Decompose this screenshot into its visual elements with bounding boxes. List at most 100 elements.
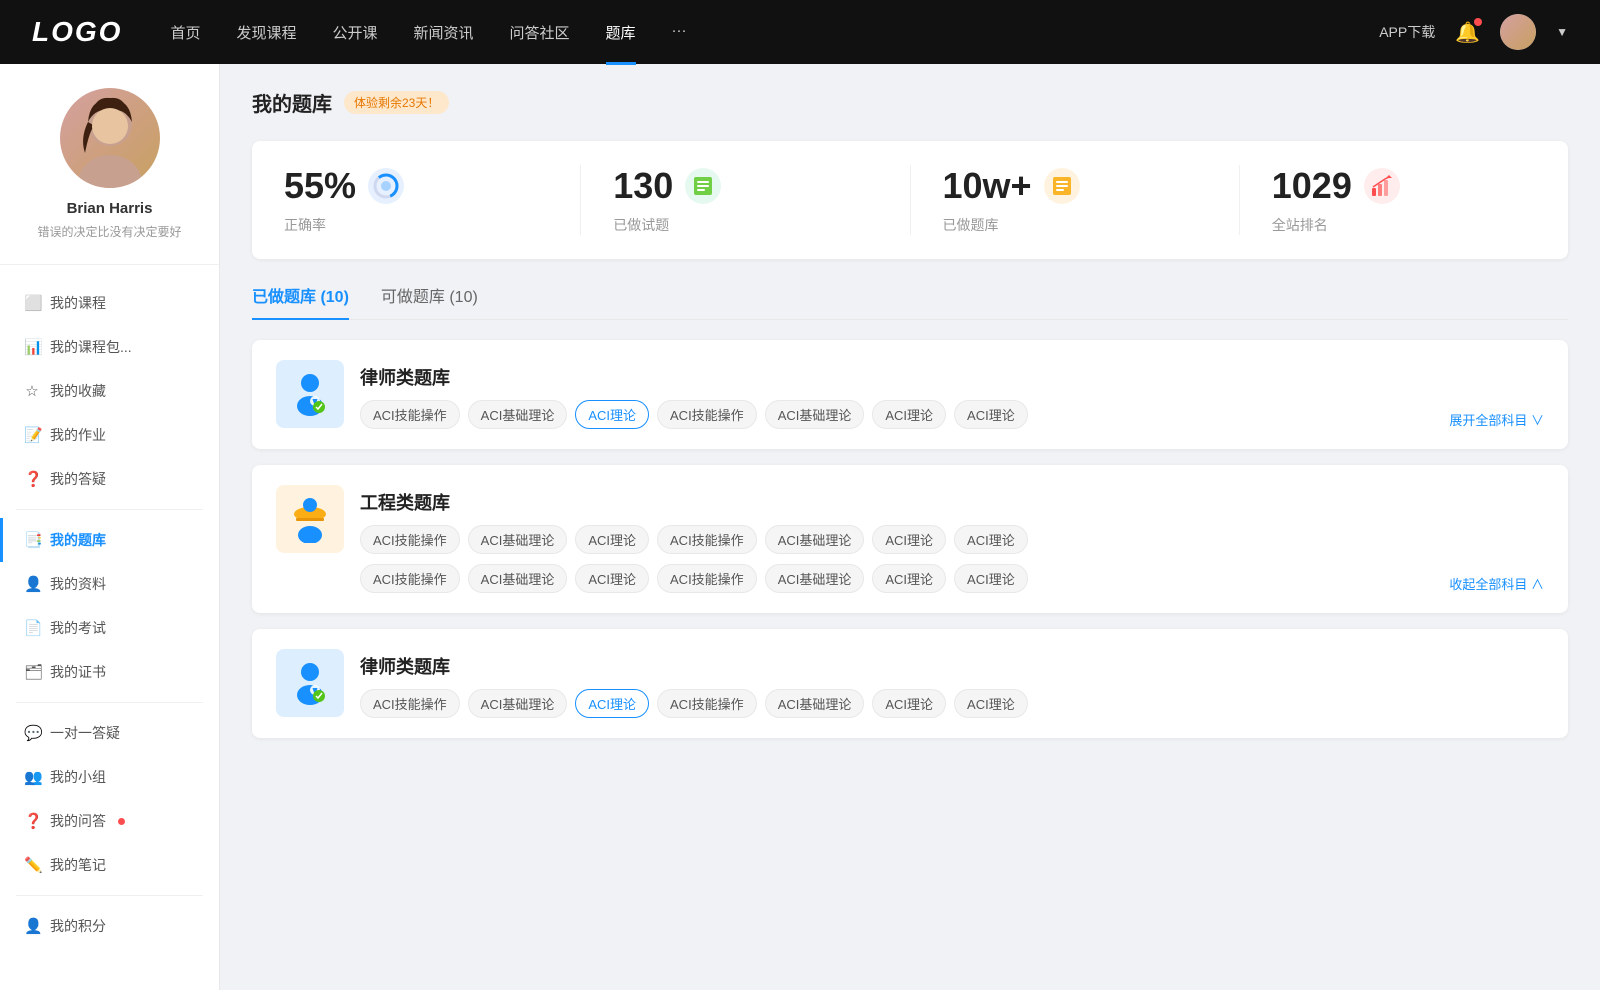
stat-site-rank: 1029 全站排名: [1240, 165, 1568, 235]
tab-available-banks[interactable]: 可做题库 (10): [381, 283, 478, 319]
site-rank-icon: [1364, 168, 1400, 204]
sidebar-item-points[interactable]: 👤 我的积分: [0, 904, 219, 948]
eng-tag-1[interactable]: ACI技能操作: [360, 525, 460, 554]
tag-aci-skill-1[interactable]: ACI技能操作: [360, 400, 460, 429]
eng-tag-3[interactable]: ACI理论: [575, 525, 649, 554]
nav-news[interactable]: 新闻资讯: [414, 22, 474, 43]
points-icon: 👤: [24, 917, 40, 935]
lawyer2-tag-7[interactable]: ACI理论: [954, 689, 1028, 718]
course-package-icon: 📊: [24, 338, 40, 356]
stat-site-rank-label: 全站排名: [1272, 215, 1328, 235]
group-icon: 👥: [24, 768, 40, 786]
sidebar-item-notes[interactable]: ✏️ 我的笔记: [0, 843, 219, 887]
sidebar-divider-1: [16, 509, 203, 510]
stat-done-questions-label: 已做试题: [613, 215, 669, 235]
eng-tag-12[interactable]: ACI基础理论: [765, 564, 865, 593]
lawyer2-tag-4[interactable]: ACI技能操作: [657, 689, 757, 718]
lawyer2-tag-6[interactable]: ACI理论: [872, 689, 946, 718]
eng-tag-2[interactable]: ACI基础理论: [468, 525, 568, 554]
sidebar-item-my-course[interactable]: ⬜ 我的课程: [0, 281, 219, 325]
sidebar-item-label: 一对一答疑: [50, 723, 120, 743]
nav-qbank[interactable]: 题库: [606, 22, 636, 43]
stat-done-banks-top: 10w+: [943, 165, 1080, 207]
user-avatar[interactable]: [1500, 14, 1536, 50]
tag-aci-theory-3[interactable]: ACI理论: [954, 400, 1028, 429]
qbank-engineer-content: 工程类题库 ACI技能操作 ACI基础理论 ACI理论 ACI技能操作 ACI基…: [360, 485, 1544, 593]
qbank-lawyer-tags-1: ACI技能操作 ACI基础理论 ACI理论 ACI技能操作 ACI基础理论 AC…: [360, 400, 1544, 429]
sidebar-item-label: 我的收藏: [50, 381, 106, 401]
eng-tag-13[interactable]: ACI理论: [872, 564, 946, 593]
sidebar-item-label: 我的课程包...: [50, 337, 132, 357]
eng-tag-14[interactable]: ACI理论: [954, 564, 1028, 593]
nav-open-course[interactable]: 公开课: [332, 22, 377, 43]
sidebar-item-exam[interactable]: 📄 我的考试: [0, 606, 219, 650]
tag-aci-basic-1[interactable]: ACI基础理论: [468, 400, 568, 429]
sidebar-item-questions[interactable]: ❓ 我的问答: [0, 799, 219, 843]
lawyer2-tag-5[interactable]: ACI基础理论: [765, 689, 865, 718]
sidebar-item-course-package[interactable]: 📊 我的课程包...: [0, 325, 219, 369]
sidebar-avatar: [60, 88, 160, 188]
sidebar-item-label: 我的小组: [50, 767, 106, 787]
eng-tag-5[interactable]: ACI基础理论: [765, 525, 865, 554]
nav-qa[interactable]: 问答社区: [510, 22, 570, 43]
qbank-lawyer-content-2: 律师类题库 ACI技能操作 ACI基础理论 ACI理论 ACI技能操作 ACI基…: [360, 649, 1544, 718]
sidebar-item-group[interactable]: 👥 我的小组: [0, 755, 219, 799]
stats-row: 55% 正确率 130: [252, 141, 1568, 259]
eng-tag-11[interactable]: ACI技能操作: [657, 564, 757, 593]
sidebar-item-qa[interactable]: ❓ 我的答疑: [0, 457, 219, 501]
eng-tag-8[interactable]: ACI技能操作: [360, 564, 460, 593]
sidebar-item-label: 我的问答: [50, 811, 106, 831]
qbank-lawyer-icon-2: [276, 649, 344, 717]
sidebar-item-materials[interactable]: 👤 我的资料: [0, 562, 219, 606]
page-header: 我的题库 体验剩余23天！: [252, 88, 1568, 117]
sidebar-item-certificate[interactable]: 🗂 我的证书: [0, 650, 219, 694]
stat-accuracy-value: 55%: [284, 165, 356, 207]
done-questions-icon: [685, 168, 721, 204]
lawyer2-tag-3-active[interactable]: ACI理论: [575, 689, 649, 718]
logo[interactable]: LOGO: [32, 16, 122, 48]
eng-tag-7[interactable]: ACI理论: [954, 525, 1028, 554]
sidebar-item-homework[interactable]: 📝 我的作业: [0, 413, 219, 457]
main-content: 我的题库 体验剩余23天！ 55% 正确率: [220, 64, 1600, 990]
lawyer2-tag-1[interactable]: ACI技能操作: [360, 689, 460, 718]
nav-more[interactable]: ···: [672, 22, 687, 43]
collapse-link-engineer[interactable]: 收起全部科目 ∧: [1449, 574, 1544, 593]
tag-aci-skill-2[interactable]: ACI技能操作: [657, 400, 757, 429]
sidebar-item-one-on-one[interactable]: 💬 一对一答疑: [0, 711, 219, 755]
eng-tag-6[interactable]: ACI理论: [872, 525, 946, 554]
eng-tag-10[interactable]: ACI理论: [575, 564, 649, 593]
stat-site-rank-value: 1029: [1272, 165, 1352, 207]
notification-bell[interactable]: 🔔: [1455, 20, 1480, 45]
stat-site-rank-top: 1029: [1272, 165, 1400, 207]
nav-discover[interactable]: 发现课程: [236, 22, 296, 43]
expand-link-1[interactable]: 展开全部科目 ∨: [1449, 410, 1544, 429]
sidebar-menu: ⬜ 我的课程 📊 我的课程包... ☆ 我的收藏 📝 我的作业 ❓ 我的答疑 📑: [0, 281, 219, 948]
sidebar-item-label: 我的考试: [50, 618, 106, 638]
sidebar-username: Brian Harris: [67, 200, 153, 217]
sidebar-divider-3: [16, 895, 203, 896]
stat-accuracy-label: 正确率: [284, 215, 326, 235]
sidebar-item-favorites[interactable]: ☆ 我的收藏: [0, 369, 219, 413]
app-download-button[interactable]: APP下载: [1379, 22, 1435, 42]
avatar-image: [1500, 14, 1536, 50]
eng-tag-4[interactable]: ACI技能操作: [657, 525, 757, 554]
tag-aci-theory-2[interactable]: ACI理论: [872, 400, 946, 429]
tag-aci-basic-2[interactable]: ACI基础理论: [765, 400, 865, 429]
user-menu-chevron[interactable]: ▼: [1556, 25, 1568, 39]
eng-tag-9[interactable]: ACI基础理论: [468, 564, 568, 593]
tag-aci-theory-active-1[interactable]: ACI理论: [575, 400, 649, 429]
sidebar-item-qbank[interactable]: 📑 我的题库: [0, 518, 219, 562]
tab-done-banks[interactable]: 已做题库 (10): [252, 283, 349, 319]
sidebar: Brian Harris 错误的决定比没有决定要好 ⬜ 我的课程 📊 我的课程包…: [0, 64, 220, 990]
main-layout: Brian Harris 错误的决定比没有决定要好 ⬜ 我的课程 📊 我的课程包…: [0, 64, 1600, 990]
nav-home[interactable]: 首页: [170, 22, 200, 43]
qbank-card-lawyer-1: 律师类题库 ACI技能操作 ACI基础理论 ACI理论 ACI技能操作 ACI基…: [252, 340, 1568, 449]
sidebar-item-label: 我的资料: [50, 574, 106, 594]
favorites-icon: ☆: [24, 382, 40, 400]
sidebar-item-label: 我的作业: [50, 425, 106, 445]
nav-links: 首页 发现课程 公开课 新闻资讯 问答社区 题库 ···: [170, 22, 1379, 43]
lawyer2-tag-2[interactable]: ACI基础理论: [468, 689, 568, 718]
sidebar-item-label: 我的题库: [50, 530, 106, 550]
materials-icon: 👤: [24, 575, 40, 593]
qbank-engineer-tags-row-1: ACI技能操作 ACI基础理论 ACI理论 ACI技能操作 ACI基础理论 AC…: [360, 525, 1544, 554]
